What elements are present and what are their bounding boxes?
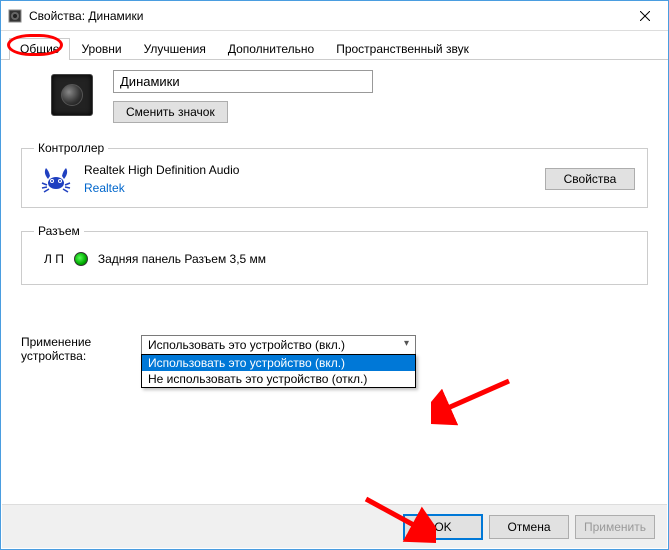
device-usage-select[interactable]: Использовать это устройство (вкл.): [141, 335, 416, 355]
jack-description: Задняя панель Разъем 3,5 мм: [98, 252, 266, 266]
jack-legend: Разъем: [34, 224, 84, 238]
controller-properties-button[interactable]: Свойства: [545, 168, 635, 190]
device-usage-label: Применение устройства:: [21, 335, 141, 363]
cancel-button[interactable]: Отмена: [489, 515, 569, 539]
device-usage-dropdown: Использовать это устройство (вкл.) Не ис…: [141, 354, 416, 388]
dialog-button-bar: OK Отмена Применить: [2, 504, 667, 548]
titlebar: Свойства: Динамики: [1, 1, 668, 31]
close-button[interactable]: [622, 1, 668, 31]
tab-strip: Общие Уровни Улучшения Дополнительно Про…: [1, 31, 668, 60]
usage-option-enable[interactable]: Использовать это устройство (вкл.): [142, 355, 415, 371]
app-icon: [7, 8, 23, 24]
ok-button[interactable]: OK: [403, 514, 483, 540]
jack-group: Разъем Л П Задняя панель Разъем 3,5 мм: [21, 224, 648, 285]
usage-option-disable[interactable]: Не использовать это устройство (откл.): [142, 371, 415, 387]
tab-levels[interactable]: Уровни: [70, 38, 132, 60]
change-icon-button[interactable]: Сменить значок: [113, 101, 228, 123]
jack-color-icon: [74, 252, 88, 266]
speaker-cone-icon: [61, 84, 83, 106]
tab-general[interactable]: Общие: [9, 38, 70, 60]
controller-name: Realtek High Definition Audio: [84, 163, 545, 177]
device-usage-selected: Использовать это устройство (вкл.): [148, 338, 345, 352]
tab-content: Сменить значок Контроллер: [1, 60, 668, 373]
tab-spatial[interactable]: Пространственный звук: [325, 38, 480, 60]
window-title: Свойства: Динамики: [29, 9, 622, 23]
arrow-annotation-dropdown: [431, 371, 511, 431]
device-name-input[interactable]: [113, 70, 373, 93]
jack-channel: Л П: [44, 252, 64, 266]
tab-advanced[interactable]: Дополнительно: [217, 38, 325, 60]
controller-group: Контроллер: [21, 141, 648, 208]
realtek-crab-icon: [40, 163, 72, 195]
controller-vendor-link[interactable]: Realtek: [84, 181, 545, 195]
tab-enhancements[interactable]: Улучшения: [133, 38, 217, 60]
apply-button[interactable]: Применить: [575, 515, 655, 539]
device-icon[interactable]: [51, 74, 93, 116]
controller-legend: Контроллер: [34, 141, 108, 155]
